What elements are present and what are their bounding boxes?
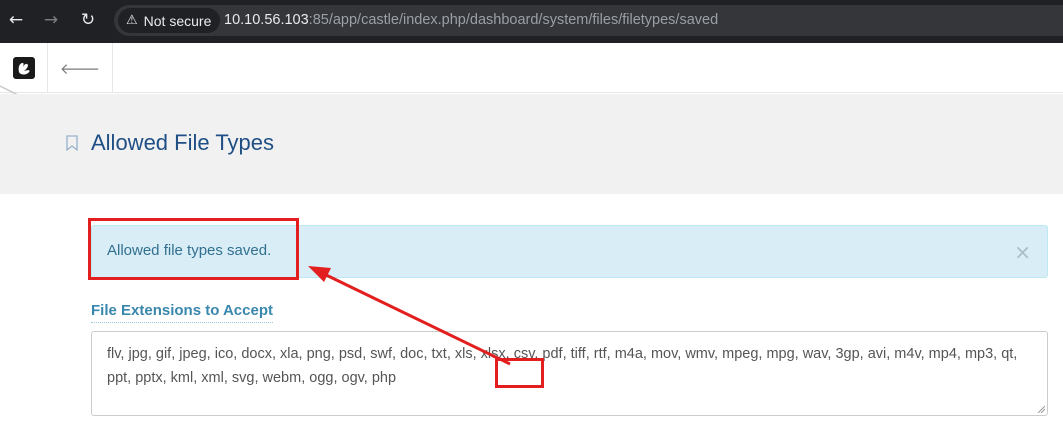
bookmark-icon[interactable] <box>66 135 78 151</box>
security-label: Not secure <box>143 12 212 29</box>
file-extensions-value: flv, jpg, gif, jpeg, ico, docx, xla, png… <box>107 346 1018 386</box>
url-path: :85/app/castle/index.php/dashboard/syste… <box>308 12 719 28</box>
forward-arrow-icon[interactable]: → <box>39 8 63 32</box>
page-header: Allowed File Types <box>0 94 1063 194</box>
annotation-box-php <box>495 358 544 388</box>
file-extensions-textarea[interactable]: flv, jpg, gif, jpeg, ico, docx, xla, png… <box>91 331 1048 416</box>
warning-icon: ⚠ <box>126 13 138 28</box>
toolbar-back-icon[interactable]: 🡐 <box>48 43 113 93</box>
address-bar[interactable]: ⚠ Not secure 10.10.56.103:85/app/castle/… <box>114 5 1063 36</box>
concrete-logo-icon <box>12 57 35 79</box>
file-extensions-label: File Extensions to Accept <box>91 302 273 323</box>
url-text[interactable]: 10.10.56.103:85/app/castle/index.php/das… <box>224 12 718 28</box>
cms-toolbar: 🡐 <box>0 43 1063 93</box>
url-host: 10.10.56.103 <box>224 12 309 28</box>
security-chip[interactable]: ⚠ Not secure <box>118 8 221 33</box>
resize-grip-icon[interactable] <box>1037 405 1045 413</box>
back-arrow-icon[interactable]: ← <box>4 8 28 32</box>
annotation-box-alert <box>88 218 299 280</box>
page-title: Allowed File Types <box>91 130 275 155</box>
close-icon[interactable]: × <box>1014 240 1031 264</box>
browser-toolbar: ← → ↻ ⚠ Not secure 10.10.56.103:85/app/c… <box>0 0 1063 43</box>
reload-icon[interactable]: ↻ <box>76 8 100 32</box>
